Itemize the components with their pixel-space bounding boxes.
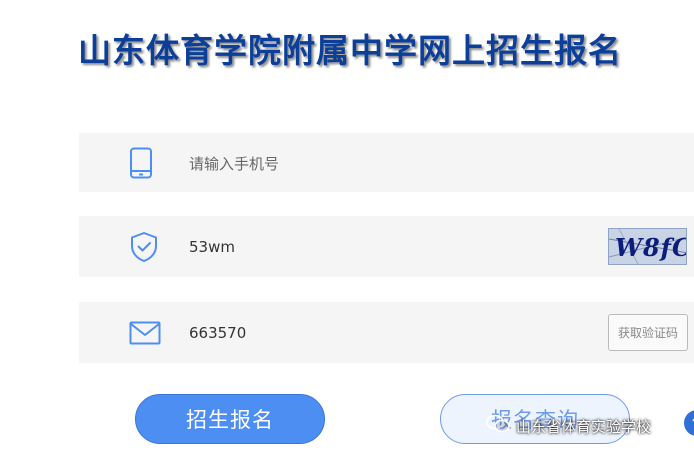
envelope-icon	[129, 321, 161, 349]
back-to-top-button[interactable]: ↑	[684, 410, 694, 436]
phone-input-row[interactable]: 请输入手机号	[79, 133, 694, 192]
mobile-phone-icon	[129, 147, 153, 183]
watermark-text: 山东省体育实验学校	[516, 417, 652, 436]
watermark: 山东省体育实验学校	[486, 414, 651, 438]
phone-input[interactable]: 请输入手机号	[189, 153, 279, 174]
captcha-image[interactable]: W8fC	[608, 228, 687, 265]
register-button[interactable]: 招生报名	[135, 394, 325, 444]
get-code-button[interactable]: 获取验证码	[608, 314, 688, 351]
captcha-image-text: W8fC	[615, 233, 687, 262]
page-title: 山东体育学院附属中学网上招生报名	[78, 31, 622, 70]
captcha-input-row[interactable]: 53wm W8fC	[79, 216, 694, 277]
sms-code-input-row[interactable]: 663570 获取验证码	[79, 302, 694, 363]
shield-check-icon	[129, 231, 159, 267]
captcha-input[interactable]: 53wm	[189, 238, 235, 256]
arrow-up-icon: ↑	[689, 414, 694, 433]
sms-code-input[interactable]: 663570	[189, 324, 246, 342]
wechat-icon	[486, 414, 510, 438]
